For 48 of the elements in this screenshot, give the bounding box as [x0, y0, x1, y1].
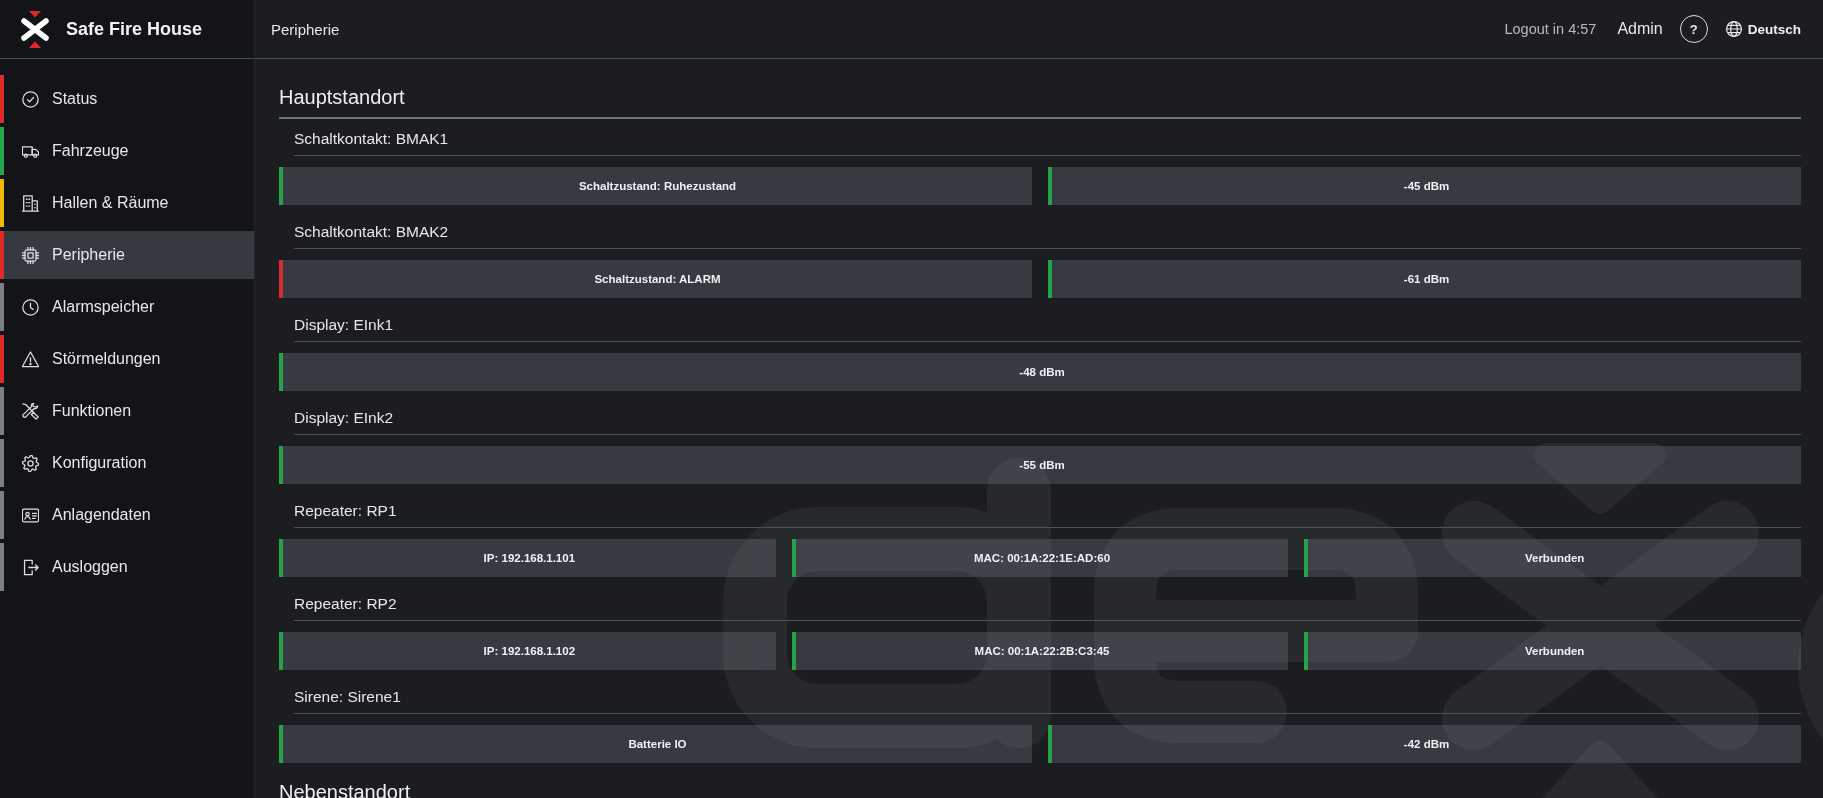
warning-icon — [22, 350, 39, 368]
logo-icon — [20, 10, 50, 48]
logout-timer: Logout in 4:57 — [1504, 21, 1597, 37]
status-value: -45 dBm — [1403, 180, 1450, 192]
settings-icon — [22, 454, 39, 472]
status-value: Schaltzustand: Ruhezustand — [578, 180, 737, 192]
status-value: IP: 192.168.1.101 — [483, 552, 576, 564]
sidebar-item[interactable]: Peripherie — [0, 231, 254, 279]
device-title: Repeater: RP1 — [294, 499, 1801, 528]
sidebar-item[interactable]: Hallen & Räume — [0, 179, 254, 227]
check-circle-icon — [22, 90, 39, 108]
sidebar-item[interactable]: Status — [0, 75, 254, 123]
sidebar-item[interactable]: Störmeldungen — [0, 335, 254, 383]
status-value: Verbunden — [1524, 552, 1585, 564]
clock-icon — [22, 298, 39, 316]
logout-icon — [22, 558, 39, 576]
page-title: Peripherie — [271, 20, 340, 38]
id-card-icon — [22, 506, 39, 524]
status-value: -48 dBm — [1019, 366, 1065, 378]
status-value: -61 dBm — [1403, 273, 1450, 285]
status-value: MAC: 00:1A:22:2B:C3:45 — [974, 645, 1110, 657]
device-title: Display: EInk1 — [294, 313, 1801, 342]
status-value: IP: 192.168.1.102 — [483, 645, 576, 657]
status-value: Verbunden — [1524, 645, 1585, 657]
section-title: Hauptstandort — [279, 83, 1801, 119]
status-value: -42 dBm — [1403, 738, 1450, 750]
sidebar-item[interactable]: Ausloggen — [0, 543, 254, 591]
sidebar-item[interactable]: Anlagendaten — [0, 491, 254, 539]
tools-icon — [22, 402, 39, 420]
status-value: -55 dBm — [1019, 459, 1065, 471]
status-value: Schaltzustand: ALARM — [594, 273, 721, 285]
building-icon — [22, 194, 39, 212]
device-title: Schaltkontakt: BMAK2 — [294, 220, 1801, 249]
status-value: Batterie IO — [628, 738, 687, 750]
device-title: Schaltkontakt: BMAK1 — [294, 127, 1801, 156]
globe-icon — [1725, 21, 1742, 37]
status-value: MAC: 00:1A:22:1E:AD:60 — [973, 552, 1111, 564]
sidebar-item[interactable]: Konfiguration — [0, 439, 254, 487]
device-title: Sirene: Sirene1 — [294, 685, 1801, 714]
sidebar-item[interactable]: Fahrzeuge — [0, 127, 254, 175]
language-button[interactable]: Deutsch — [1725, 21, 1801, 37]
user-menu[interactable]: Admin — [1617, 20, 1663, 38]
app-title: Safe Fire House — [66, 18, 203, 40]
device-title: Display: EInk2 — [294, 406, 1801, 435]
device-title: Repeater: RP2 — [294, 592, 1801, 621]
sidebar-item[interactable]: Funktionen — [0, 387, 254, 435]
chip-icon — [22, 246, 39, 264]
sidebar-item[interactable]: Alarmspeicher — [0, 283, 254, 331]
